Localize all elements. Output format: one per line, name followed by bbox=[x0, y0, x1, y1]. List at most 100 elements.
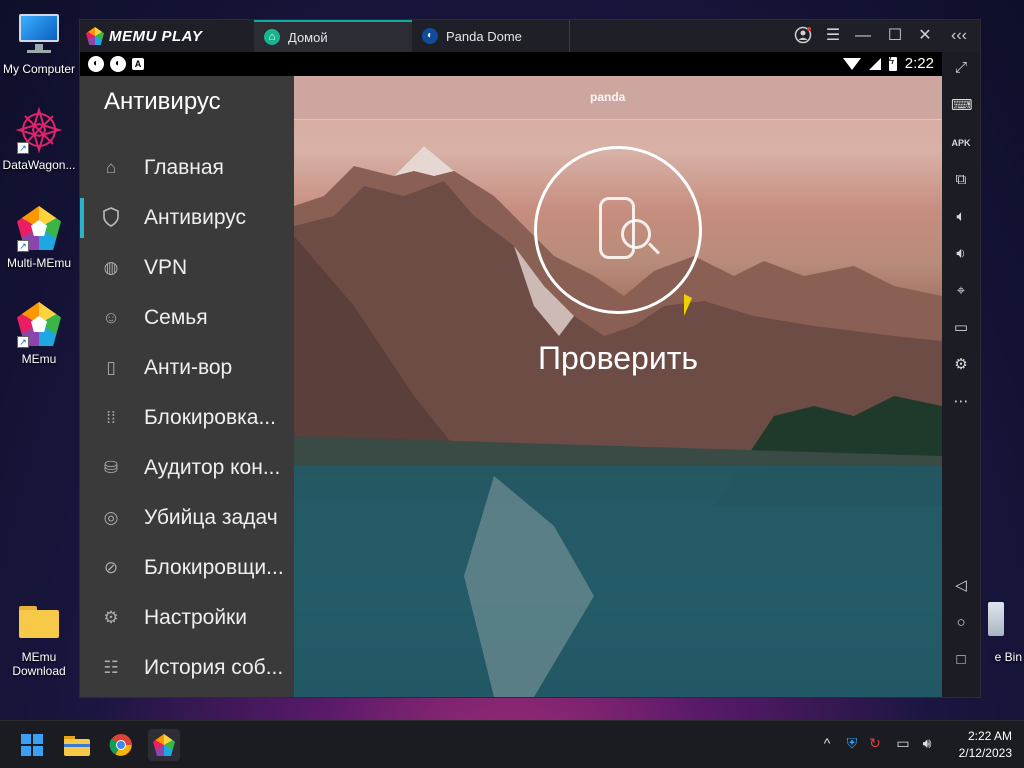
main-scan-view: panda Проверить bbox=[294, 76, 942, 697]
network-icon[interactable]: ▭ bbox=[894, 735, 912, 752]
list-icon: ☷ bbox=[103, 658, 119, 677]
apk-icon[interactable]: APK bbox=[951, 133, 971, 153]
drawer-item-app-lock[interactable]: ⁞⁞ Блокировка... bbox=[80, 398, 294, 438]
magnifier-handle bbox=[647, 242, 661, 255]
tab-home[interactable]: ⌂ Домой bbox=[254, 20, 412, 52]
tab-label: Домой bbox=[288, 29, 328, 45]
a-notification-icon: A bbox=[132, 58, 144, 70]
tray-chevron-icon[interactable]: ^ bbox=[818, 735, 836, 751]
recents-icon[interactable]: □ bbox=[951, 650, 971, 670]
folder-icon[interactable]: ▭ bbox=[951, 318, 971, 338]
location-icon[interactable]: ⌖ bbox=[951, 281, 971, 301]
drawer-item-label: Антивирус bbox=[144, 206, 247, 229]
panda-notification-icon: ◐ bbox=[110, 56, 126, 72]
desktop-icon-datawagon[interactable]: ↗ DataWagon... bbox=[1, 106, 77, 172]
tab-panda-dome[interactable]: ◐ Panda Dome bbox=[414, 20, 570, 52]
windows-start-icon[interactable] bbox=[16, 729, 48, 761]
shield-icon bbox=[100, 207, 122, 229]
sync-icon[interactable]: ↻ bbox=[866, 735, 884, 752]
target-icon: ◎ bbox=[103, 508, 119, 527]
close-icon[interactable]: ✕ bbox=[914, 26, 936, 46]
navigation-drawer: Антивирус ⌂ Главная Антивирус ◍ VPN ☺ Се… bbox=[80, 76, 294, 697]
desktop-icon-label: MEmu bbox=[21, 352, 57, 366]
folder-icon bbox=[15, 598, 63, 646]
home-icon: ⌂ bbox=[105, 158, 117, 177]
globe-icon: ◍ bbox=[103, 258, 119, 277]
taskbar-clock[interactable]: 2:22 AM 2/12/2023 bbox=[959, 728, 1012, 762]
drawer-item-anti-theft[interactable]: ▯ Анти-вор bbox=[80, 348, 294, 388]
account-icon[interactable] bbox=[792, 26, 814, 46]
app-name: MEMU PLAY bbox=[109, 27, 203, 45]
memu-logo: MEMU PLAY bbox=[86, 26, 202, 46]
datawagon-icon: ↗ bbox=[15, 106, 63, 154]
volume-up-icon[interactable]: 🔈︎ bbox=[951, 207, 971, 227]
clock-date: 2/12/2023 bbox=[958, 746, 1012, 760]
memu-window: MEMU PLAY ⌂ Домой ◐ Panda Dome ☰ — ☐ ✕ ‹… bbox=[79, 19, 981, 698]
windows-taskbar: ^ ⛨ ↻ ▭ 🔊︎ 2:22 AM 2/12/2023 bbox=[0, 720, 1024, 768]
drawer-item-event-history[interactable]: ☷ История соб... bbox=[80, 648, 294, 688]
drawer-item-task-killer[interactable]: ◎ Убийца задач bbox=[80, 498, 294, 538]
fullscreen-icon[interactable]: ⤢ bbox=[951, 58, 971, 78]
home-tab-icon: ⌂ bbox=[264, 29, 280, 45]
scan-button-label[interactable]: Проверить bbox=[508, 340, 728, 377]
back-icon[interactable]: ◁ bbox=[951, 576, 971, 596]
scan-button-circle[interactable] bbox=[534, 146, 702, 314]
maximize-icon[interactable]: ☐ bbox=[884, 26, 906, 46]
phone-icon: ▯ bbox=[106, 358, 116, 377]
title-bar: MEMU PLAY ⌂ Домой ◐ Panda Dome ☰ — ☐ ✕ ‹… bbox=[80, 20, 980, 52]
drawer-item-home[interactable]: ⌂ Главная bbox=[80, 148, 294, 188]
battery-charging-icon bbox=[888, 56, 897, 71]
drawer-item-antivirus[interactable]: Антивирус bbox=[80, 198, 294, 238]
menu-icon[interactable]: ☰ bbox=[822, 26, 844, 46]
mouse-cursor-icon bbox=[684, 294, 692, 316]
desktop-icon-multi-memu[interactable]: ↗ Multi-MEmu bbox=[1, 204, 77, 270]
file-explorer-icon[interactable] bbox=[61, 729, 93, 761]
more-icon[interactable]: ⋯ bbox=[951, 392, 971, 412]
volume-icon[interactable]: 🔊︎ bbox=[918, 735, 936, 752]
drawer-item-label: Блокировка... bbox=[144, 406, 276, 429]
chrome-icon[interactable] bbox=[105, 729, 137, 761]
collapse-icon[interactable]: ‹‹‹ bbox=[948, 26, 970, 46]
drawer-item-label: Убийца задач bbox=[144, 506, 278, 529]
keyboard-icon[interactable]: ⌨ bbox=[951, 96, 973, 116]
android-status-bar: ◐ ◐ A 2:22 bbox=[80, 52, 942, 76]
notification-icons: ◐ ◐ A bbox=[88, 56, 144, 72]
signal-icon bbox=[868, 57, 881, 70]
memu-icon: ↗ bbox=[15, 300, 63, 348]
tab-label: Panda Dome bbox=[446, 28, 522, 44]
volume-down-icon[interactable]: 🔉︎ bbox=[951, 244, 971, 264]
family-icon: ☺ bbox=[102, 308, 120, 327]
add-window-icon[interactable]: ⧉ bbox=[951, 170, 971, 190]
minimize-icon[interactable]: — bbox=[852, 26, 874, 46]
status-icons: 2:22 bbox=[842, 55, 934, 72]
block-icon: ⊘ bbox=[103, 558, 119, 577]
drawer-item-call-blocker[interactable]: ⊘ Блокировщи... bbox=[80, 548, 294, 588]
panda-dome-icon: ◐ bbox=[422, 28, 438, 44]
drawer-item-label: История соб... bbox=[144, 656, 284, 679]
drawer-item-privacy-auditor[interactable]: ⛁ Аудитор кон... bbox=[80, 448, 294, 488]
memu-taskbar-icon[interactable] bbox=[148, 729, 180, 761]
desktop-icon-memu[interactable]: ↗ MEmu bbox=[1, 300, 77, 366]
desktop-icon-memu-download[interactable]: MEmu Download bbox=[1, 598, 77, 678]
grid-icon: ⁞⁞ bbox=[106, 408, 116, 427]
monitor-icon bbox=[15, 10, 63, 58]
drawer-item-label: Анти-вор bbox=[144, 356, 233, 379]
home-nav-icon[interactable]: ○ bbox=[951, 613, 971, 633]
clock-time: 2:22 AM bbox=[967, 729, 1012, 743]
drawer-item-vpn[interactable]: ◍ VPN bbox=[80, 248, 294, 288]
defender-icon[interactable]: ⛨ bbox=[843, 735, 861, 752]
magnifier-icon bbox=[621, 219, 651, 249]
drawer-item-label: Настройки bbox=[144, 606, 247, 629]
settings-icon[interactable]: ⚙ bbox=[951, 355, 971, 375]
drawer-item-settings[interactable]: ⚙ Настройки bbox=[80, 598, 294, 638]
shortcut-arrow-icon: ↗ bbox=[17, 142, 29, 154]
database-icon: ⛁ bbox=[103, 458, 119, 477]
shortcut-arrow-icon: ↗ bbox=[17, 336, 29, 348]
drawer-item-label: VPN bbox=[144, 256, 188, 279]
multi-memu-icon: ↗ bbox=[15, 204, 63, 252]
drawer-title: Антивирус bbox=[104, 88, 221, 115]
panda-dome-app: Антивирус ⌂ Главная Антивирус ◍ VPN ☺ Се… bbox=[80, 76, 942, 697]
panda-notification-icon: ◐ bbox=[88, 56, 104, 72]
drawer-item-family[interactable]: ☺ Семья bbox=[80, 298, 294, 338]
desktop-icon-my-computer[interactable]: My Computer bbox=[1, 10, 77, 76]
